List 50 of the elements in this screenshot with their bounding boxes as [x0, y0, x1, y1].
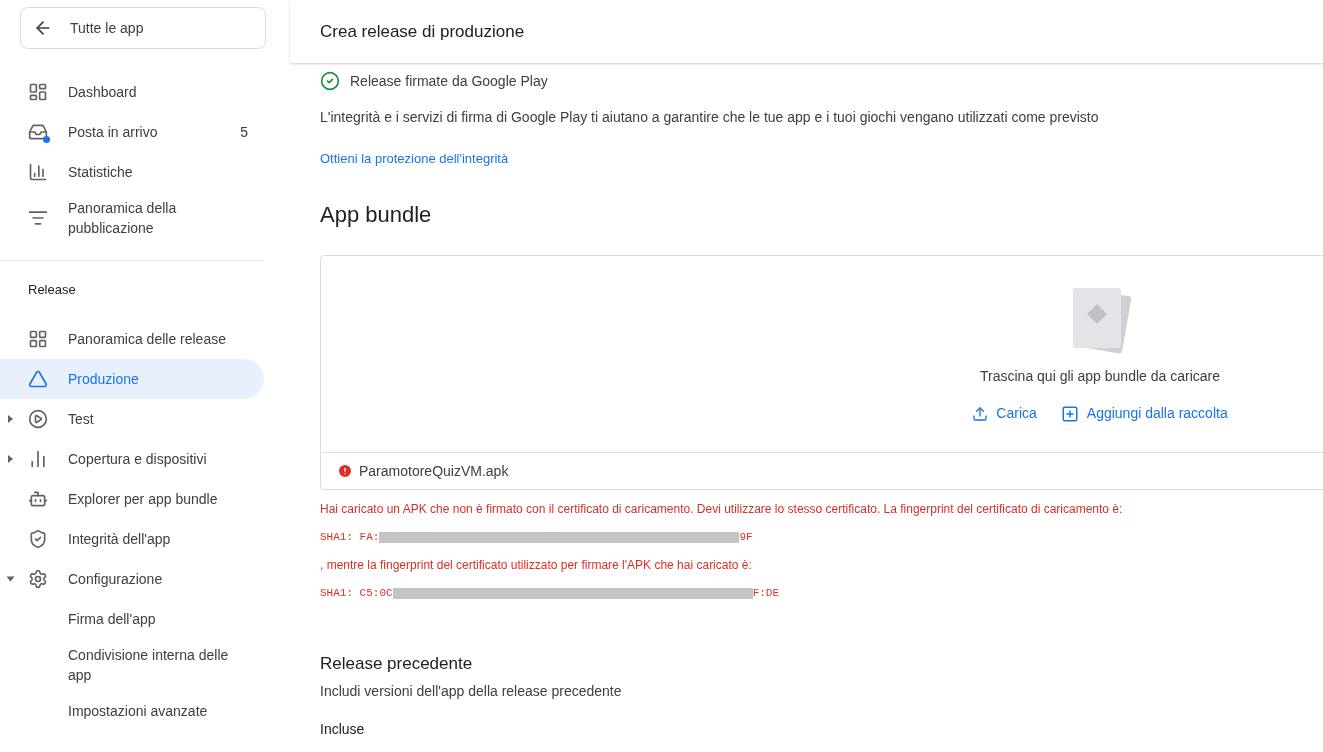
subtitle: Incluse [320, 720, 366, 738]
library-button[interactable]: Aggiungi dalla raccolta [1060, 403, 1228, 424]
status-text: Release firmate da Google Play [350, 71, 548, 91]
triangle-icon [28, 368, 48, 389]
drop-hint: Trascina qui gli app bundle da caricare [980, 367, 1220, 386]
caret-icon[interactable] [8, 414, 13, 423]
upload-icon [972, 405, 989, 422]
section-title: Release [27, 281, 77, 299]
nav-item[interactable]: Copertura e dispositivi [0, 438, 264, 479]
back-button[interactable]: Tutte le app [20, 7, 266, 49]
nav-item[interactable]: Posta in arrivo 5 [0, 112, 264, 152]
play-circle-icon [28, 408, 48, 429]
nav-item[interactable]: Panoramica delle release [0, 318, 264, 359]
caret-icon[interactable] [8, 454, 13, 463]
check-icon [320, 71, 340, 91]
grid-icon [28, 328, 48, 349]
nav-item[interactable]: Statistiche [0, 152, 264, 192]
section-heading: App bundle [320, 201, 433, 229]
nav-item[interactable]: Configurazione [0, 558, 264, 599]
description: L'integrità e i servizi di firma di Google Play ti aiutano a garantire che le tue app e i tuoi giochi vengano utilizzati come previsto [320, 108, 1100, 127]
gear-icon [28, 568, 48, 589]
fingerprint-suffix: F:DE [752, 585, 780, 601]
section-heading: Release precedente [320, 653, 474, 675]
upload-button[interactable]: Carica [972, 403, 1037, 424]
nav-item[interactable]: Condivisione interna delle app [0, 638, 264, 691]
error-text: , mentre la fingerprint del certificato utilizzato per firmare l'APK che hai caricato è: [320, 557, 753, 574]
count: 5 [240, 122, 248, 142]
file-name: ParamotoreQuizVM.apk [359, 461, 509, 481]
bar-chart-icon [28, 162, 48, 182]
dashboard-icon [28, 82, 48, 102]
nav-item[interactable]: Dashboard [0, 72, 264, 112]
error-text: Hai caricato un APK che non è firmato con il certificato di caricamento. Devi utilizzare lo stesso certificato. La fingerprint del certificato di caricamento è: [320, 501, 1124, 518]
nav-item[interactable]: Panoramica della pubblicazione [0, 192, 264, 244]
nav-item[interactable]: Firma dell'app [0, 598, 264, 639]
add-box-icon [1060, 404, 1079, 423]
nav-item[interactable]: Test [0, 398, 264, 439]
nav-item[interactable]: Explorer per app bundle [0, 478, 264, 519]
fingerprint-prefix: SHA1: C5:0C [320, 585, 393, 601]
nav-item[interactable]: Integrità dell'app [0, 518, 264, 559]
shield-icon [28, 528, 48, 549]
inbox-icon [28, 122, 48, 142]
fingerprint-suffix: 9F [739, 529, 753, 545]
integrity-link[interactable]: Ottieni la protezione dell'integrità [320, 149, 509, 169]
description: Includi versioni dell'app della release precedente [320, 682, 623, 701]
nav-item[interactable]: Produzione [0, 358, 264, 399]
page-title: Crea release di produzione [320, 20, 525, 43]
fingerprint-prefix: SHA1: FA: [320, 529, 380, 545]
nav-item[interactable]: Impostazioni avanzate [0, 690, 264, 731]
bar-chart-icon [28, 448, 48, 469]
caret-icon[interactable] [6, 576, 15, 581]
